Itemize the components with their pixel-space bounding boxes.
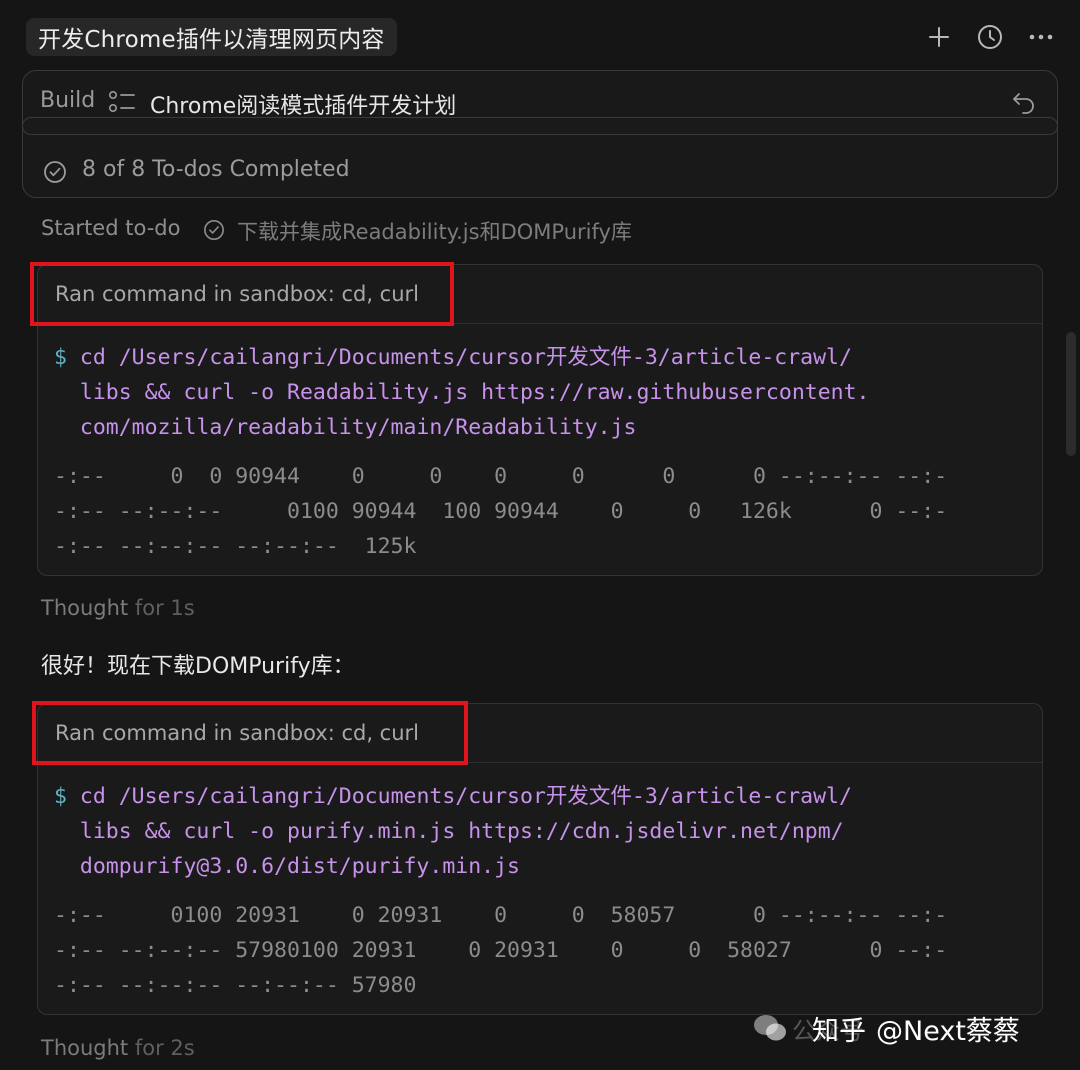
plan-title[interactable]: Chrome阅读模式插件开发计划 [150, 88, 456, 120]
command-line: libs && curl -o purify.min.js https://cd… [79, 819, 844, 844]
check-circle-icon [43, 160, 67, 184]
command-text: $ cd /Users/cailangri/Documents/cursor开发… [38, 324, 1042, 445]
highlight-box [30, 262, 454, 326]
todo-status[interactable]: 8 of 8 To-dos Completed [82, 157, 350, 182]
output-line: -:-- --:--:-- 57980100 20931 0 20931 0 0… [54, 938, 948, 963]
output-line: -:-- 0 0 90944 0 0 0 0 0 0 --:--:-- --:- [54, 464, 948, 489]
build-mode-label: Build [40, 88, 96, 113]
started-todo-task: 下载并集成Readability.js和DOMPurify库 [237, 220, 632, 244]
highlight-box [32, 701, 468, 765]
command-text: $ cd /Users/cailangri/Documents/cursor开发… [38, 763, 1042, 884]
output-line: -:-- 0100 20931 0 20931 0 0 58057 0 --:-… [54, 903, 948, 928]
more-icon[interactable] [1026, 22, 1056, 52]
thought-duration: for 1s [134, 596, 195, 620]
thought-text: Thought [41, 1036, 129, 1060]
started-todo-label: Started to-do [41, 216, 181, 240]
watermark-handle: @Next蔡蔡 [876, 1015, 1020, 1047]
scrollbar-thumb[interactable] [1066, 332, 1076, 456]
shell-prompt: $ [54, 784, 67, 809]
command-line: dompurify@3.0.6/dist/purify.min.js [79, 854, 520, 879]
output-line: -:-- --:--:-- --:--:-- 125k [54, 534, 417, 559]
watermark: 公众号 知乎 @Next蔡蔡 [752, 1008, 1020, 1048]
check-circle-icon [203, 219, 225, 241]
undo-icon[interactable] [1010, 90, 1038, 116]
assistant-message: 很好！现在下载DOMPurify库： [41, 654, 355, 679]
thought-label[interactable]: Thought for 1s [41, 596, 195, 620]
thought-label[interactable]: Thought for 2s [41, 1036, 195, 1060]
checklist-icon [108, 90, 136, 116]
thought-text: Thought [41, 596, 129, 620]
command-line: cd /Users/cailangri/Documents/cursor开发文件… [79, 345, 852, 370]
thought-duration: for 2s [134, 1036, 195, 1060]
command-line: libs && curl -o Readability.js https://r… [79, 380, 870, 405]
history-icon[interactable] [975, 22, 1005, 52]
plus-icon[interactable] [924, 22, 954, 52]
command-line: com/mozilla/readability/main/Readability… [79, 415, 637, 440]
watermark-platform: 知乎 [812, 1015, 866, 1047]
command-line: cd /Users/cailangri/Documents/cursor开发文件… [79, 784, 852, 809]
shell-prompt: $ [54, 345, 67, 370]
output-line: -:-- --:--:-- --:--:-- 57980 [54, 973, 417, 998]
chat-title[interactable]: 开发Chrome插件以清理网页内容 [26, 18, 397, 56]
wechat-icon [754, 1015, 786, 1041]
output-line: -:-- --:--:-- 0100 90944 100 90944 0 0 1… [54, 499, 948, 524]
